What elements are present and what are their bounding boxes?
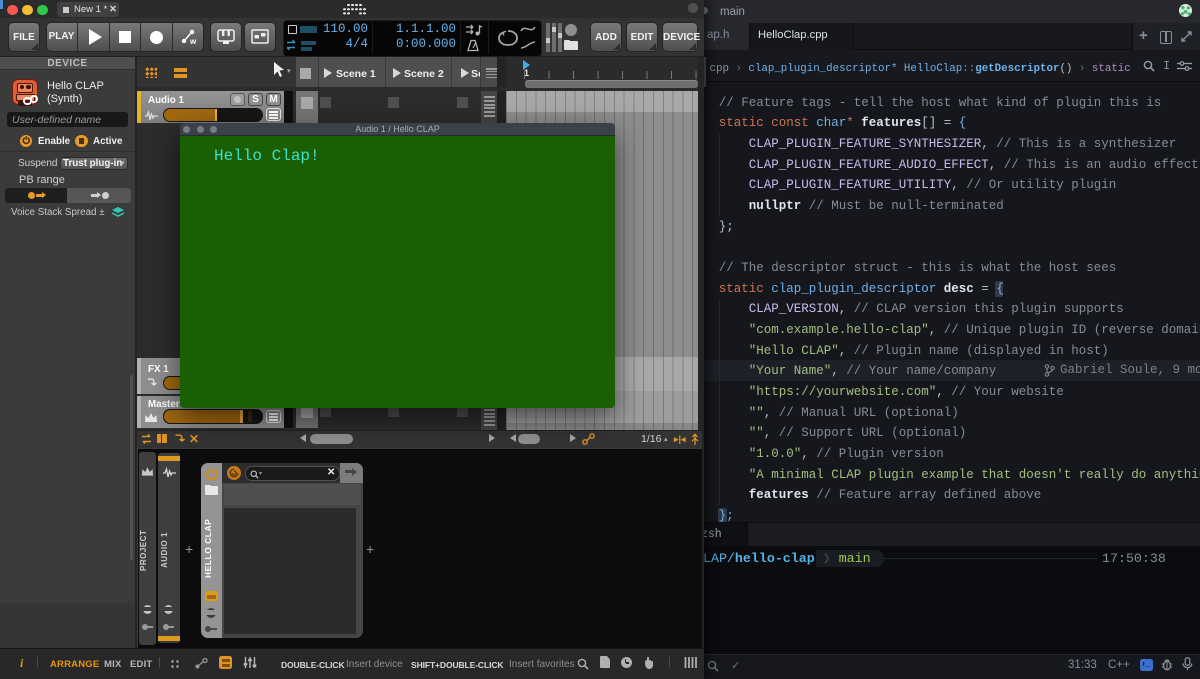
svg-text:w: w	[189, 37, 197, 46]
